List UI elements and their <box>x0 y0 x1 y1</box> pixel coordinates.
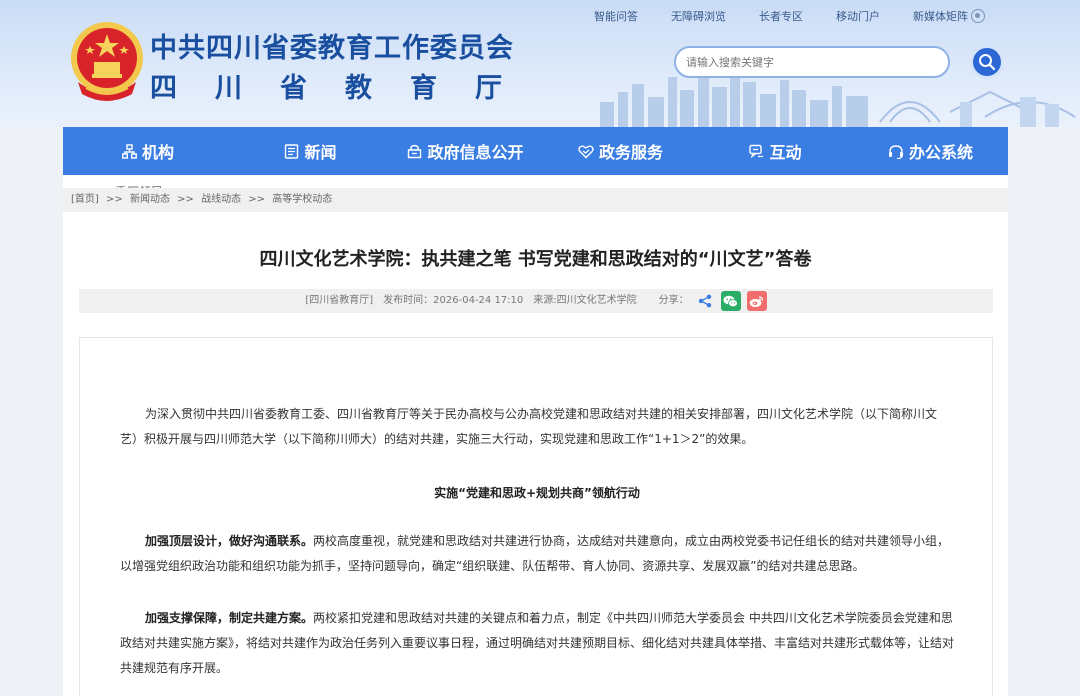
nav-item-org[interactable]: 机构 <box>63 127 233 175</box>
nav-item-org-label: 机构 <box>141 143 174 162</box>
breadcrumb-news[interactable]: 新闻动态 <box>130 194 170 205</box>
news-icon <box>285 143 299 159</box>
breadcrumb-sep: >> <box>248 194 266 205</box>
site-title-main: 中共四川省委教育工作委员会 <box>150 33 514 64</box>
service-icon <box>578 145 594 158</box>
gov-info-icon <box>408 144 422 158</box>
search-icon <box>979 54 996 71</box>
nav-item-news-label: 新闻 <box>304 143 337 162</box>
top-links: 智能问答 无障碍浏览 长者专区 移动门户 新媒体矩阵 <box>594 8 985 24</box>
weibo-share-button[interactable] <box>746 291 767 311</box>
meta-source: 来源:四川文化艺术学院 <box>533 295 637 306</box>
top-link-new-media[interactable]: 新媒体矩阵 <box>913 8 985 24</box>
search-button[interactable] <box>970 45 1004 79</box>
interact-icon <box>749 144 764 158</box>
org-icon <box>122 143 137 159</box>
top-link-mobile-portal[interactable]: 移动门户 <box>836 8 880 24</box>
paragraph-lead: 加强顶层设计，做好沟通联系。 <box>145 534 314 548</box>
breadcrumb-sep: >> <box>177 194 194 205</box>
main-nav: 机构 新闻 政府信息公开 政务服务 互动 办公系统 <box>63 127 1008 175</box>
top-link-accessibility[interactable]: 无障碍浏览 <box>671 8 726 24</box>
nav-item-service[interactable]: 政务服务 <box>543 127 698 175</box>
search-input[interactable] <box>674 46 950 78</box>
new-media-icon <box>971 9 985 23</box>
share-icon <box>698 294 711 308</box>
article-paragraph: 加强顶层设计，做好沟通联系。两校高度重视，就党建和思政结对共建进行协商，达成结对… <box>120 529 954 579</box>
breadcrumb-frontline[interactable]: 战线动态 <box>201 194 241 205</box>
nav-item-service-label: 政务服务 <box>598 143 663 162</box>
section-heading: 实施“党建和思政+规划共商”领航行动 <box>434 486 640 500</box>
meta-org: [四川省教育厅] <box>305 295 374 306</box>
nav-item-interact[interactable]: 互动 <box>698 127 853 175</box>
national-emblem-icon <box>71 22 143 101</box>
site-header: 中共四川省委教育工作委员会 四川省教育厅 智能问答 无障碍浏览 长者专区 移动门… <box>0 0 1080 127</box>
nav-item-news[interactable]: 新闻 <box>233 127 388 175</box>
nav-item-office[interactable]: 办公系统 <box>853 127 1008 175</box>
article-meta: [四川省教育厅] 发布时间：2026-04-24 17:10 来源:四川文化艺术… <box>79 289 993 313</box>
site-title-sub: 四川省教育厅 <box>150 73 540 104</box>
top-link-elder-zone[interactable]: 长者专区 <box>759 8 803 24</box>
share-label: 分享： <box>658 295 689 306</box>
breadcrumb: [首页] >> 新闻动态 >> 战线动态 >> 高等学校动态 <box>63 188 1008 212</box>
meta-time: 发布时间：2026-04-24 17:10 <box>383 295 524 306</box>
breadcrumb-home[interactable]: [首页] <box>71 194 99 205</box>
nav-item-gov-info-label: 政府信息公开 <box>427 143 524 162</box>
nav-item-gov-info[interactable]: 政府信息公开 <box>388 127 543 175</box>
share-button[interactable] <box>695 291 715 311</box>
article-paragraph: 为深入贯彻中共四川省委教育工委、四川省教育厅等关于民办高校与公办高校党建和思政结… <box>120 407 938 446</box>
weibo-icon <box>749 295 764 307</box>
nav-item-office-label: 办公系统 <box>908 143 973 162</box>
article-title: 四川文化艺术学院：执共建之笔 书写党建和思政结对的“川文艺”答卷 <box>259 249 812 270</box>
share-group: 分享： <box>659 289 767 313</box>
article-paragraph: 加强支撑保障，制定共建方案。两校紧扣党建和思政结对共建的关键点和着力点，制定《中… <box>120 606 954 681</box>
top-link-new-media-label: 新媒体矩阵 <box>913 10 968 23</box>
wechat-share-button[interactable] <box>720 291 741 311</box>
office-icon <box>888 144 903 159</box>
breadcrumb-sep: >> <box>106 194 123 205</box>
breadcrumb-higher-ed[interactable]: 高等学校动态 <box>272 194 332 205</box>
wechat-icon <box>723 295 739 307</box>
paragraph-lead: 加强支撑保障，制定共建方案。 <box>145 611 314 625</box>
article-body: 为深入贯彻中共四川省委教育工委、四川省教育厅等关于民办高校与公办高校党建和思政结… <box>79 337 993 696</box>
top-link-smart-qa[interactable]: 智能问答 <box>594 8 638 24</box>
nav-item-interact-label: 互动 <box>769 143 802 162</box>
content-area: 委厅领导 [首页] >> 新闻动态 >> 战线动态 >> 高等学校动态 四川文化… <box>63 175 1008 696</box>
